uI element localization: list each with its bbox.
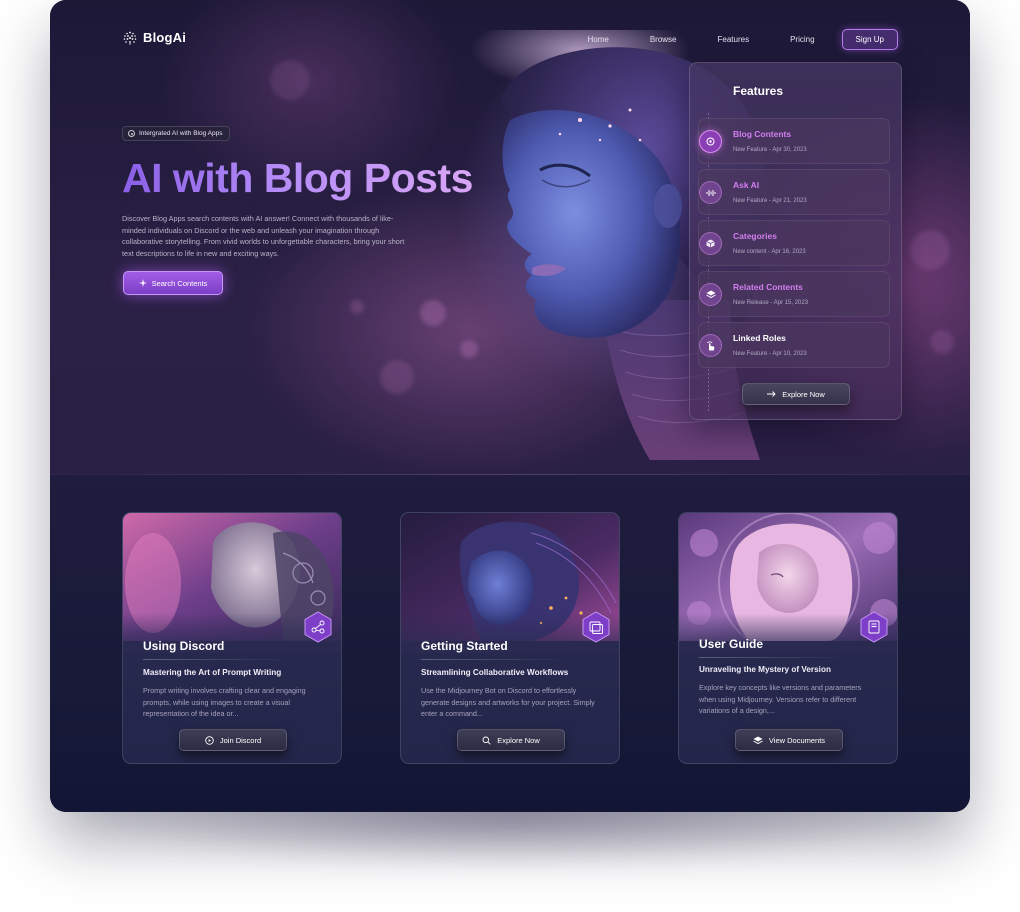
view-documents-button[interactable]: View Documents [735,729,843,751]
bokeh-light [270,60,310,100]
card-subtitle: Unraveling the Mystery of Version [699,665,831,674]
waveform-icon [699,181,722,204]
feature-meta: New Feature - Apr 10, 2023 [733,351,807,357]
card-title: Using Discord [143,639,225,653]
feature-item-linked-roles[interactable]: Linked Roles New Feature - Apr 10, 2023 [698,322,890,368]
feature-item-blog-contents[interactable]: Blog Contents New Feature - Apr 30, 2023 [698,118,890,164]
search-icon [482,736,491,745]
card-description: Use the Midjourney Bot on Discord to eff… [421,686,595,719]
features-title: Features [733,84,784,98]
join-discord-button[interactable]: Join Discord [179,729,287,751]
app-window: BlogAi Home Browse Features Pricing Sign… [50,0,970,812]
card-user-guide[interactable]: User Guide Unraveling the Mystery of Ver… [678,512,898,764]
card-description: Explore key concepts like versions and p… [699,683,862,716]
layers-icon [699,283,722,306]
hero-description: Discover Blog Apps search contents with … [122,214,405,258]
hero-tag: Intergrated AI with Blog Apps [122,126,231,141]
card-title: Getting Started [421,639,508,653]
target-icon [128,130,135,137]
card-getting-started[interactable]: Getting Started Streamlining Collaborati… [400,512,620,764]
feature-item-ask-ai[interactable]: Ask AI New Feature - Apr 21, 2023 [698,169,890,215]
card-divider [699,657,849,658]
feature-item-categories[interactable]: Categories New content - Apr 16, 2023 [698,220,890,266]
sign-up-button[interactable]: Sign Up [841,29,898,50]
card-subtitle: Streamlining Collaborative Workflows [421,668,569,677]
view-documents-label: View Documents [768,735,826,745]
feature-meta: New Feature - Apr 30, 2023 [733,147,807,153]
book-icon [860,611,888,643]
feature-label: Blog Contents [733,129,792,139]
image-stack-icon [582,611,610,643]
card-description: Prompt writing involves crafting clear a… [143,686,306,719]
cube-icon [699,232,722,255]
layers-icon [753,736,763,744]
hero-tag-label: Intergrated AI with Blog Apps [139,130,223,137]
feature-meta: New Feature - Apr 21, 2023 [733,198,807,204]
explore-now-label: Explore Now [782,389,825,399]
bokeh-light [910,230,950,270]
feature-label: Ask AI [733,180,760,190]
target-icon [699,130,722,153]
card-divider [143,659,293,660]
nodes-icon [304,611,332,643]
card-divider [421,659,571,660]
bokeh-light [930,330,954,354]
brand-logo[interactable]: BlogAi [123,30,186,45]
join-discord-label: Join Discord [219,735,262,745]
brand-name: BlogAi [143,30,187,45]
feature-label: Linked Roles [733,333,786,343]
explore-now-card-button[interactable]: Explore Now [457,729,565,751]
card-using-discord[interactable]: Using Discord Mastering the Art of Promp… [122,512,342,764]
feature-meta: New content - Apr 16, 2023 [733,249,806,255]
dotted-sphere-icon [123,31,137,45]
features-panel: Features Blog Contents New Feature - Apr… [689,62,902,420]
hero-title: AI with Blog Posts [122,155,473,201]
explore-now-card-label: Explore Now [497,735,540,745]
search-contents-button[interactable]: Search Contents [123,271,223,295]
nav-link-home[interactable]: Home [587,35,608,44]
arrow-right-icon [767,391,776,397]
explore-now-button[interactable]: Explore Now [742,383,850,405]
nav-link-features[interactable]: Features [718,35,750,44]
feature-label: Categories [733,231,777,241]
bokeh-light [380,360,414,394]
top-nav: Home Browse Features Pricing Sign Up [587,29,898,50]
nav-link-pricing[interactable]: Pricing [790,35,814,44]
card-title: User Guide [699,637,764,651]
feature-label: Related Contents [733,282,803,292]
search-contents-label: Search Contents [151,278,208,288]
bokeh-light [350,300,364,314]
play-circle-icon [205,735,214,745]
feature-item-related-contents[interactable]: Related Contents New Release - Apr 15, 2… [698,271,890,317]
nav-link-browse[interactable]: Browse [650,35,677,44]
feature-meta: New Release - Apr 15, 2023 [733,300,809,306]
hand-pointer-icon [699,334,722,357]
card-subtitle: Mastering the Art of Prompt Writing [143,668,282,677]
sparkle-icon [138,279,147,287]
